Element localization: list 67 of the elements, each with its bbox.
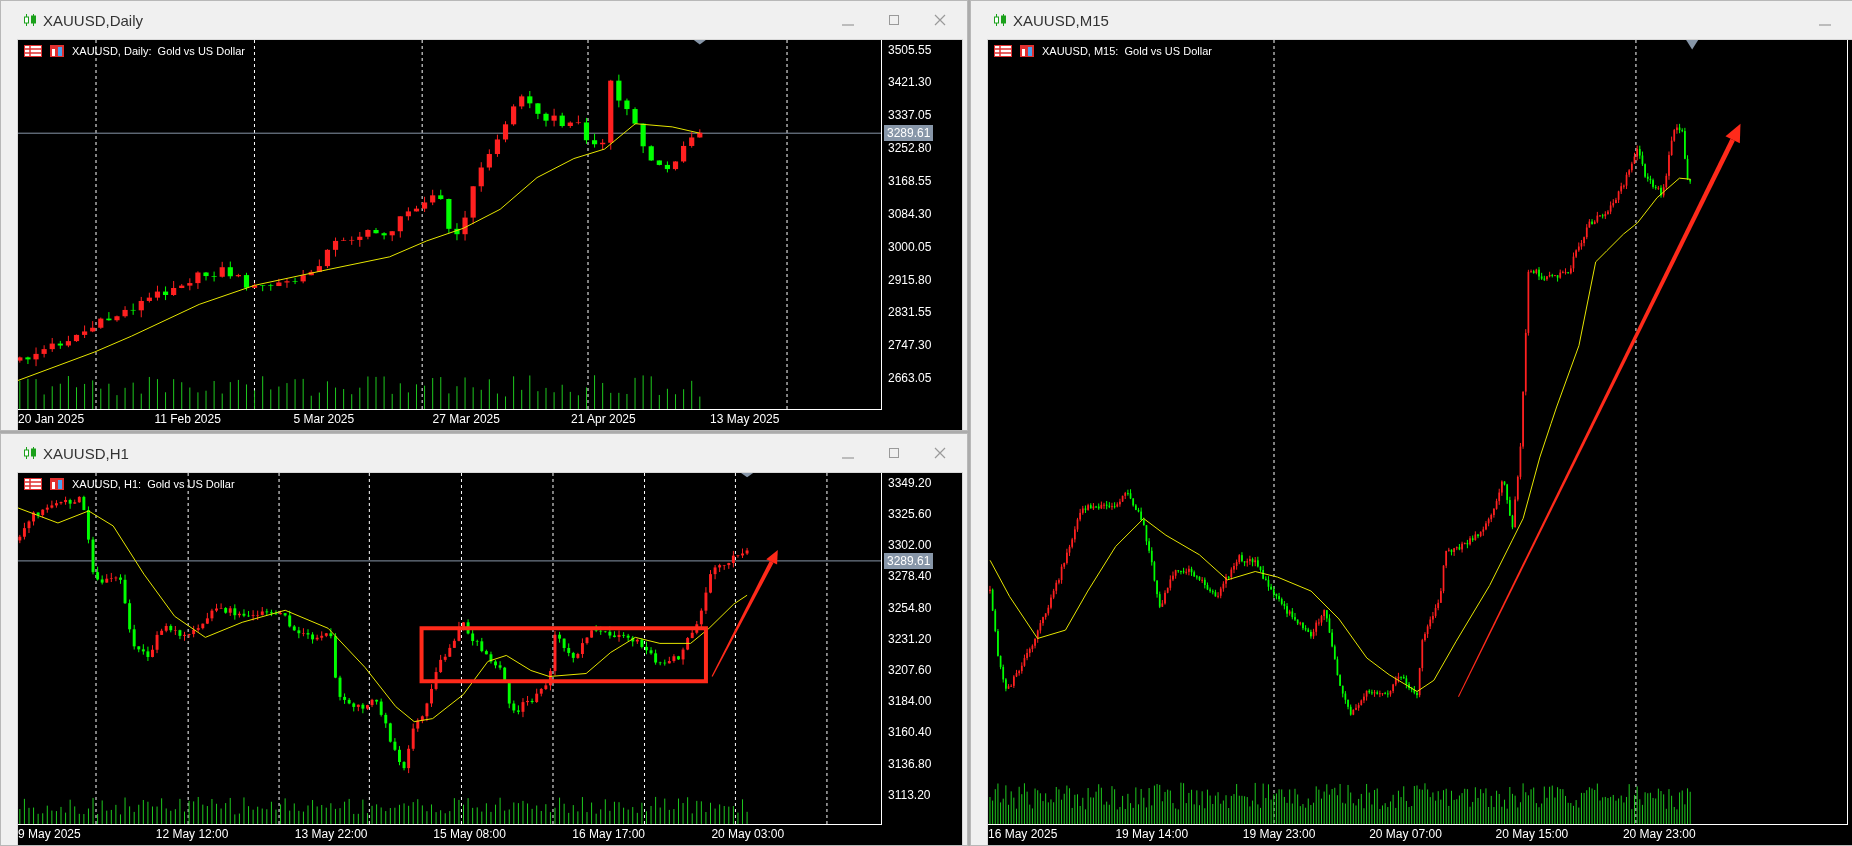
price-scale-label: 3113.20 bbox=[888, 787, 931, 802]
price-scale-label: 3168.55 bbox=[888, 174, 932, 188]
table-icon bbox=[994, 45, 1012, 57]
time-scale-label: 20 May 07:00 bbox=[1369, 827, 1442, 841]
price-scale-label: 3278.40 bbox=[888, 569, 932, 584]
chart-label: XAUUSD, M15: Gold vs US Dollar bbox=[1042, 45, 1212, 57]
time-scale-label: 12 May 12:00 bbox=[155, 827, 229, 841]
chart-icon bbox=[50, 45, 64, 57]
price-scale-label: 3349.20 bbox=[888, 475, 932, 490]
table-icon bbox=[24, 478, 42, 490]
chart-shift-marker bbox=[741, 473, 754, 478]
minimize-icon bbox=[1819, 24, 1831, 26]
chart-shift-marker bbox=[693, 40, 706, 45]
minimize-icon bbox=[842, 457, 854, 459]
time-scale-label: 15 May 08:00 bbox=[433, 827, 506, 841]
time-scale-label: 20 May 15:00 bbox=[1495, 827, 1569, 841]
time-scale-label: 5 Mar 2025 bbox=[293, 412, 355, 426]
maximize-icon bbox=[888, 14, 900, 26]
window-title: XAUUSD,Daily bbox=[43, 11, 144, 29]
price-scale-label: 3136.80 bbox=[888, 756, 932, 771]
price-scale-label: 2663.05 bbox=[888, 371, 932, 386]
price-scale-label: 3505.55 bbox=[888, 42, 932, 57]
maximize-icon bbox=[888, 447, 900, 459]
chart-label: XAUUSD, H1: Gold vs US Dollar bbox=[72, 478, 235, 490]
price-scale-label: 3421.30 bbox=[888, 75, 932, 90]
time-scale-label: 9 May 2025 bbox=[18, 827, 81, 841]
price-scale-label: 3084.30 bbox=[888, 206, 932, 221]
candlestick-icon bbox=[23, 446, 37, 460]
time-scale-label: 16 May 2025 bbox=[988, 827, 1058, 841]
window-title: XAUUSD,H1 bbox=[43, 444, 129, 462]
table-icon bbox=[24, 45, 42, 57]
price-scale-label: 3184.00 bbox=[888, 694, 932, 709]
time-scale-label: 16 May 17:00 bbox=[572, 827, 645, 841]
time-scale-label: 11 Feb 2025 bbox=[154, 412, 221, 426]
price-scale-label: 3302.00 bbox=[888, 538, 932, 553]
price-scale-label: 2915.80 bbox=[888, 272, 932, 287]
price-scale-label: 3231.20 bbox=[888, 631, 932, 646]
candlestick-icon bbox=[23, 13, 37, 27]
chart-label: XAUUSD, Daily: Gold vs US Dollar bbox=[72, 45, 245, 57]
time-scale-label: 21 Apr 2025 bbox=[570, 412, 636, 426]
price-scale-label: 2831.55 bbox=[888, 305, 932, 320]
time-scale-label: 20 Jan 2025 bbox=[18, 412, 85, 426]
time-scale-label: 19 May 14:00 bbox=[1115, 827, 1189, 841]
price-scale-label: 2747.30 bbox=[888, 338, 932, 353]
time-scale-label: 20 May 03:00 bbox=[711, 827, 785, 841]
price-scale-label: 3254.80 bbox=[888, 600, 932, 615]
time-scale-label: 13 May 2025 bbox=[710, 412, 780, 426]
close-icon bbox=[934, 14, 946, 26]
time-scale-label: 13 May 22:00 bbox=[294, 827, 368, 841]
minimize-icon bbox=[842, 24, 854, 26]
time-scale-label: 20 May 23:00 bbox=[1622, 827, 1696, 841]
time-scale-label: 27 Mar 2025 bbox=[432, 412, 500, 426]
chart-icon bbox=[50, 478, 64, 490]
price-scale-label: 3160.40 bbox=[888, 725, 932, 740]
current-price-tag: 3289.61 bbox=[884, 553, 934, 570]
time-scale-label: 19 May 23:00 bbox=[1242, 827, 1316, 841]
current-price-tag: 3289.61 bbox=[884, 125, 934, 142]
price-scale-label: 3252.80 bbox=[888, 141, 932, 156]
window-title: XAUUSD,M15 bbox=[1013, 11, 1109, 29]
price-scale-label: 3325.60 bbox=[888, 506, 932, 521]
price-scale-label: 3000.05 bbox=[888, 239, 932, 254]
price-scale-label: 3207.60 bbox=[888, 662, 932, 677]
price-scale-label: 3337.05 bbox=[888, 108, 932, 123]
close-icon bbox=[934, 447, 946, 459]
chart-shift-marker bbox=[1686, 40, 1699, 50]
candlestick-icon bbox=[993, 13, 1007, 27]
chart-icon bbox=[1020, 45, 1034, 57]
